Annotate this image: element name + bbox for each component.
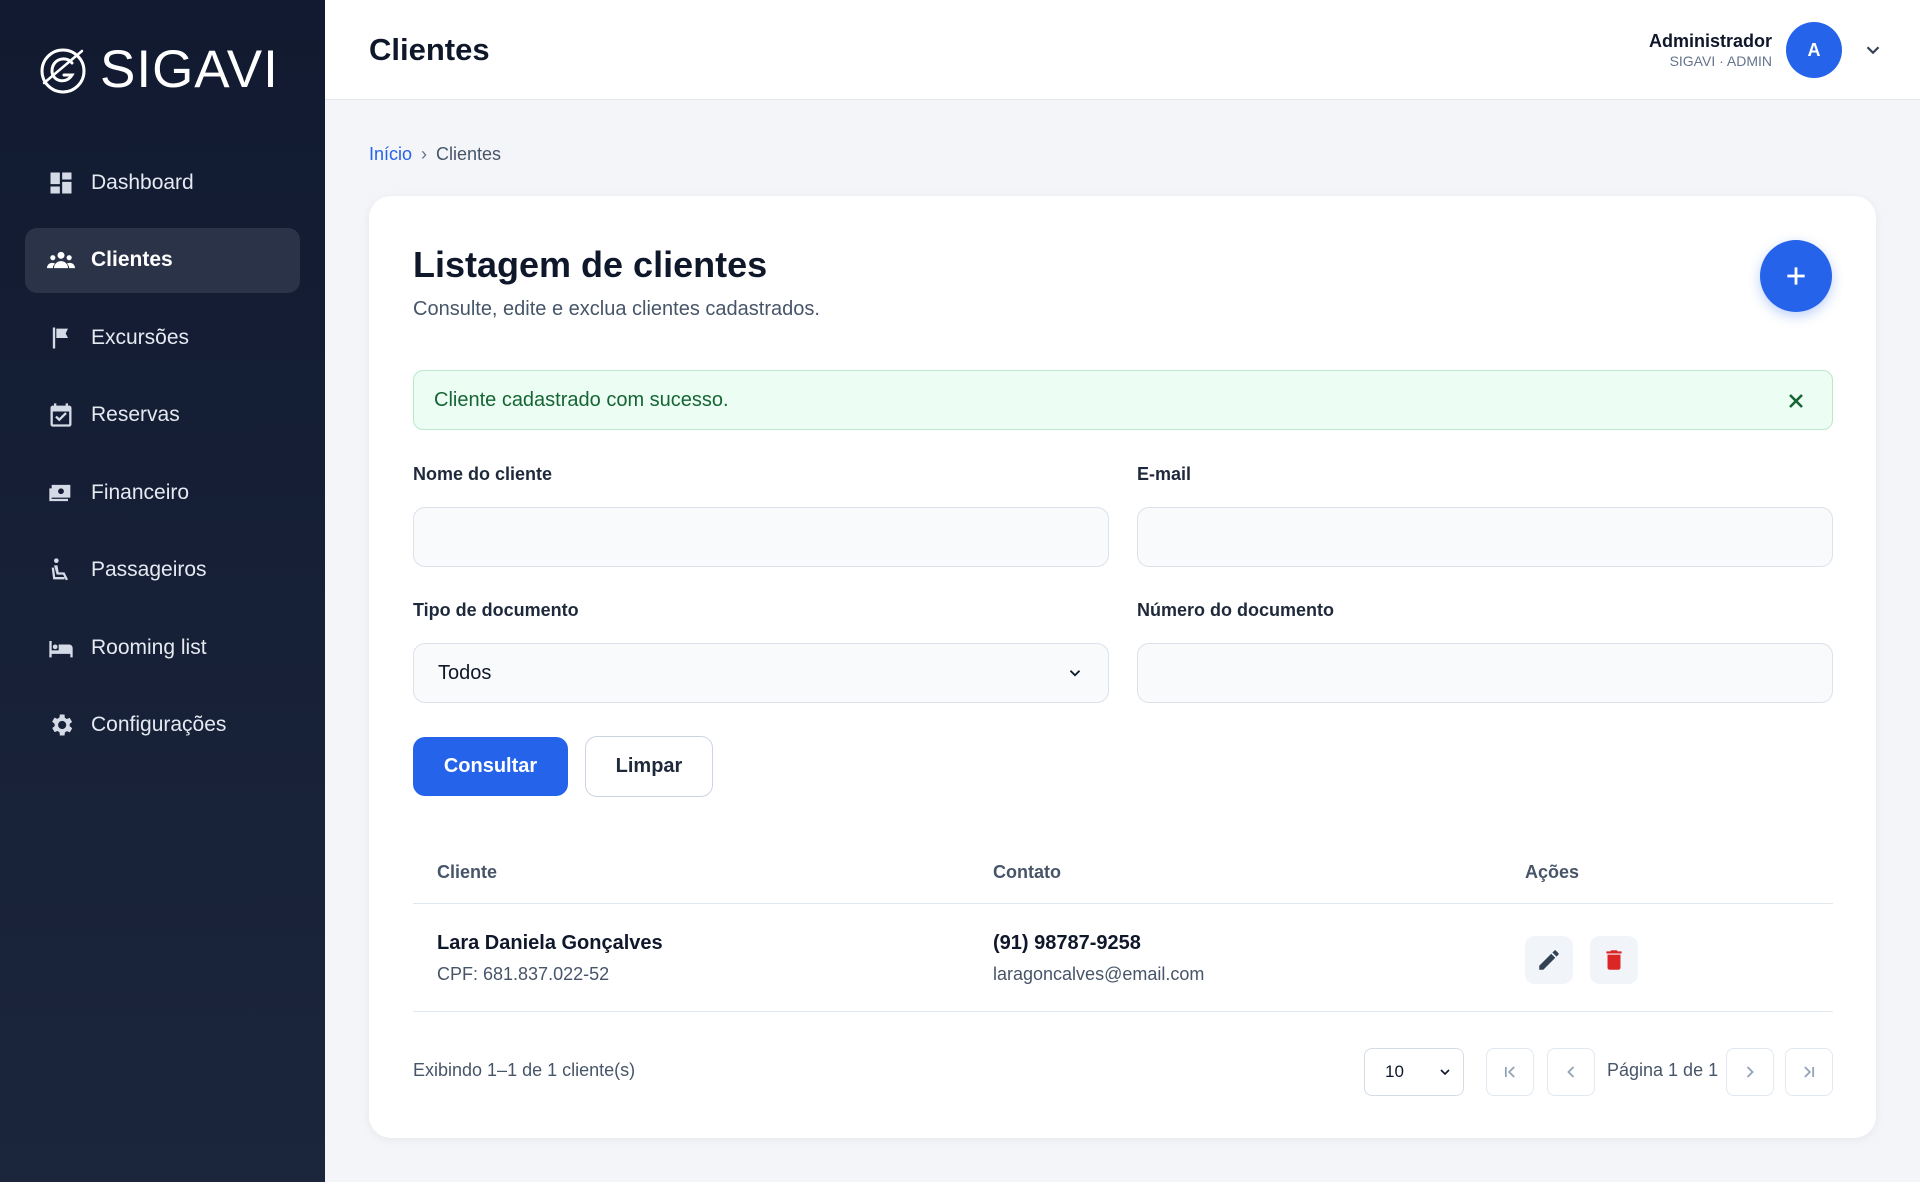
sidebar-item-label: Passageiros — [91, 558, 207, 581]
column-header-cliente: Cliente — [437, 862, 498, 882]
money-icon — [47, 479, 75, 507]
sidebar-nav: Dashboard Clientes Excursões Reservas Fi… — [25, 150, 300, 770]
clients-table: Cliente Contato Ações Lara Daniela Gonça… — [413, 844, 1833, 1012]
avatar[interactable]: A — [1786, 22, 1842, 78]
flag-icon — [47, 324, 75, 352]
pagination-info: Exibindo 1–1 de 1 cliente(s) — [413, 1060, 636, 1080]
previous-page-button[interactable] — [1547, 1048, 1595, 1096]
name-label: Nome do cliente — [413, 464, 553, 484]
client-document: CPF: 681.837.022-52 — [437, 964, 610, 984]
table-header: Cliente Contato Ações — [413, 844, 1833, 904]
sidebar-item-clientes[interactable]: Clientes — [25, 227, 300, 293]
last-page-icon — [1804, 1066, 1815, 1078]
chevron-right-icon — [1746, 1066, 1754, 1078]
page-title: Clientes — [369, 32, 490, 67]
sidebar-item-rooming-list[interactable]: Rooming list — [25, 615, 300, 680]
card-subtitle: Consulte, edite e exclua clientes cadast… — [413, 298, 820, 320]
doc-number-input[interactable] — [1137, 643, 1833, 703]
client-name: Lara Daniela Gonçalves — [437, 932, 663, 954]
name-input[interactable] — [413, 507, 1109, 567]
doc-type-label: Tipo de documento — [413, 600, 579, 620]
users-icon — [47, 246, 75, 274]
search-button[interactable]: Consultar — [413, 737, 568, 796]
page-size-select[interactable]: 10 — [1364, 1048, 1464, 1096]
clear-button[interactable]: Limpar — [585, 736, 713, 797]
email-input[interactable] — [1137, 507, 1833, 567]
sidebar-item-label: Clientes — [91, 248, 173, 271]
close-icon[interactable] — [1784, 389, 1808, 413]
sidebar-item-excursoes[interactable]: Excursões — [25, 305, 300, 370]
column-header-acoes: Ações — [1525, 862, 1580, 882]
doc-type-value: Todos — [438, 661, 492, 684]
doc-number-label: Número do documento — [1137, 600, 1334, 620]
doc-type-select[interactable]: Todos — [413, 643, 1109, 703]
page-indicator: Página 1 de 1 — [1607, 1060, 1719, 1080]
delete-button[interactable] — [1590, 936, 1638, 984]
user-role: SIGAVI · ADMIN — [1669, 53, 1772, 69]
chevron-down-icon — [1069, 670, 1081, 677]
logo-text: SIGAVI — [100, 40, 279, 99]
first-page-button[interactable] — [1486, 1048, 1534, 1096]
breadcrumb-home-link[interactable]: Início — [369, 144, 412, 165]
sidebar-item-financeiro[interactable]: Financeiro — [25, 460, 300, 525]
client-email: laragoncalves@email.com — [993, 964, 1205, 984]
column-header-contato: Contato — [993, 862, 1061, 882]
chevron-down-icon — [1440, 1069, 1450, 1076]
breadcrumb-separator: › — [421, 144, 428, 164]
chevron-left-icon — [1567, 1066, 1575, 1078]
user-menu[interactable]: Administrador SIGAVI · ADMIN A — [1649, 20, 1920, 80]
sidebar-item-passageiros[interactable]: Passageiros — [25, 538, 300, 603]
last-page-button[interactable] — [1785, 1048, 1833, 1096]
client-phone: (91) 98787-9258 — [993, 932, 1141, 954]
success-alert: Cliente cadastrado com sucesso. — [413, 370, 1833, 430]
seat-icon — [47, 556, 75, 584]
bed-icon — [47, 634, 75, 662]
sidebar: SIGAVI Dashboard Clientes Excursões Rese… — [0, 0, 325, 1182]
user-info: Administrador SIGAVI · ADMIN — [1649, 30, 1772, 70]
trash-icon — [1606, 950, 1622, 970]
sidebar-item-configuracoes[interactable]: Configurações — [25, 693, 300, 758]
sidebar-item-dashboard[interactable]: Dashboard — [25, 150, 300, 215]
edit-button[interactable] — [1525, 936, 1573, 984]
calendar-check-icon — [47, 401, 75, 429]
email-label: E-mail — [1137, 464, 1192, 484]
table-row: Lara Daniela Gonçalves CPF: 681.837.022-… — [413, 904, 1833, 1012]
page-size-value: 10 — [1385, 1062, 1404, 1081]
top-bar: Clientes Administrador SIGAVI · ADMIN A — [325, 0, 1920, 100]
add-client-button[interactable] — [1760, 240, 1832, 312]
alert-message: Cliente cadastrado com sucesso. — [434, 388, 729, 411]
sidebar-item-label: Dashboard — [91, 170, 194, 194]
sidebar-item-label: Rooming list — [91, 635, 207, 659]
clients-card: Listagem de clientes Consulte, edite e e… — [369, 196, 1876, 1138]
sidebar-item-label: Configurações — [91, 713, 227, 736]
sidebar-item-label: Excursões — [91, 325, 190, 349]
first-page-icon — [1504, 1066, 1515, 1078]
logo-icon — [36, 43, 90, 97]
breadcrumb: Início › Clientes — [369, 144, 501, 165]
breadcrumb-current: Clientes — [436, 144, 502, 164]
sidebar-item-label: Reservas — [91, 403, 180, 426]
sidebar-item-reservas[interactable]: Reservas — [25, 383, 300, 448]
sidebar-item-label: Financeiro — [91, 480, 190, 504]
chevron-down-icon[interactable] — [1862, 39, 1884, 61]
gear-icon — [47, 711, 75, 739]
card-title: Listagem de clientes — [413, 244, 768, 285]
plus-icon — [1787, 267, 1805, 285]
next-page-button[interactable] — [1726, 1048, 1774, 1096]
dashboard-icon — [47, 169, 75, 197]
user-name: Administrador — [1648, 31, 1772, 51]
pencil-icon — [1539, 950, 1559, 970]
app-logo[interactable]: SIGAVI — [36, 40, 279, 100]
